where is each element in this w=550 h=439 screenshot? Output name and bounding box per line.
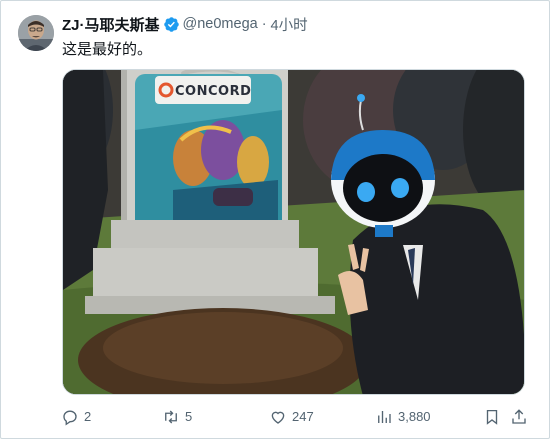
views-chart-icon [378, 411, 391, 423]
timestamp[interactable]: 4小时 [271, 14, 308, 35]
bookmark-button[interactable] [483, 406, 501, 428]
like-count: 247 [292, 409, 314, 424]
tweet-card[interactable]: ZJ·马耶夫斯基 @ne0mega · 4小时 这是最好的。 CONCORD 2… [0, 0, 550, 439]
share-icon [512, 409, 526, 424]
reply-button[interactable]: 2 [61, 406, 91, 428]
retweet-button[interactable]: 5 [162, 406, 192, 428]
display-name[interactable]: ZJ·马耶夫斯基 [62, 14, 160, 35]
retweet-icon [165, 410, 177, 424]
author-handle[interactable]: @ne0mega [183, 16, 258, 32]
retweet-count: 5 [185, 409, 193, 424]
heart-icon [271, 411, 285, 424]
view-count: 3,880 [398, 409, 431, 424]
reply-icon [63, 410, 77, 426]
meme-image: CONCORD [63, 70, 524, 394]
concord-cover: CONCORD [135, 74, 282, 220]
like-button[interactable]: 247 [269, 406, 314, 428]
separator-dot: · [261, 16, 267, 32]
views-button[interactable]: 3,880 [375, 406, 431, 428]
concord-logo-text: CONCORD [175, 84, 251, 99]
share-button[interactable] [510, 406, 528, 428]
avatar[interactable] [18, 15, 54, 51]
reply-count: 2 [84, 409, 92, 424]
verified-badge-icon [163, 16, 179, 32]
avatar-image [18, 15, 54, 51]
tweet-media-image[interactable]: CONCORD [62, 69, 525, 395]
tweet-header: ZJ·马耶夫斯基 @ne0mega · 4小时 [62, 14, 308, 34]
tweet-actions-bar: 2 5 247 3,880 [59, 406, 529, 430]
bookmark-icon [486, 409, 498, 425]
tweet-text: 这是最好的。 [62, 41, 153, 58]
